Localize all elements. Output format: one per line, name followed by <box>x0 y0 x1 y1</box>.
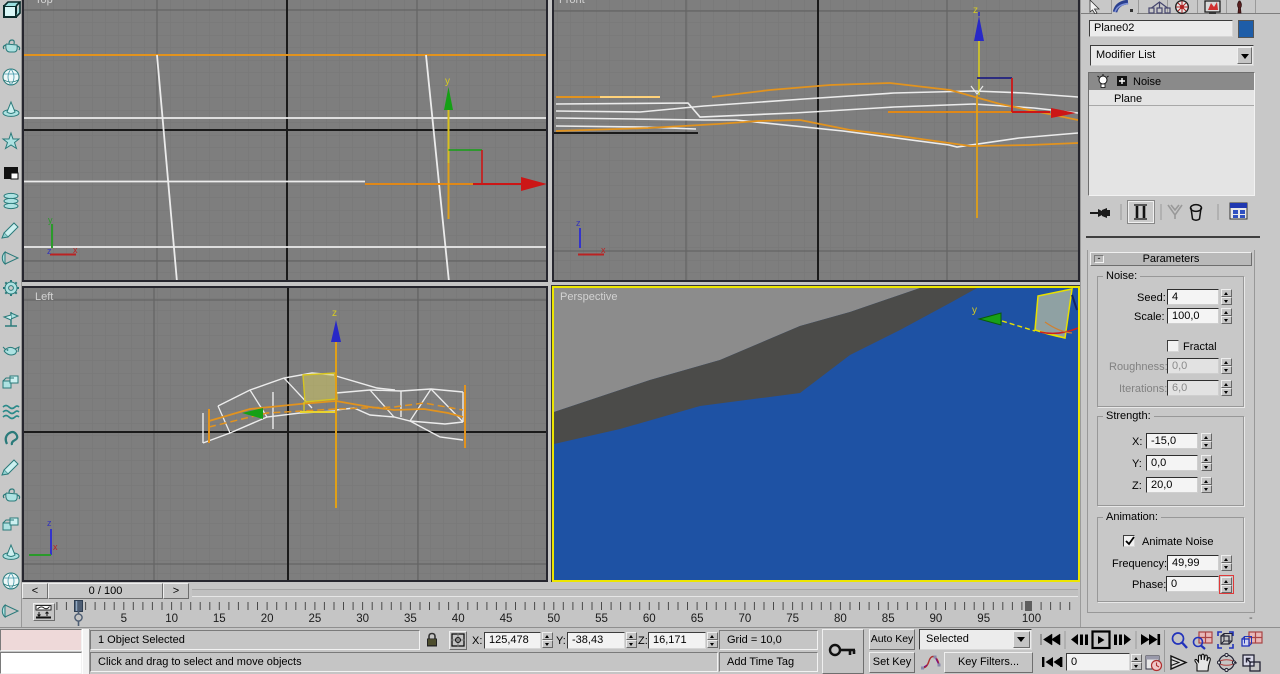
svg-text:z: z <box>973 5 978 16</box>
svg-text:5: 5 <box>121 613 127 625</box>
svg-text:y: y <box>972 305 977 316</box>
svg-text:x: x <box>53 542 58 552</box>
svg-text:35: 35 <box>404 613 417 625</box>
svg-text:85: 85 <box>882 613 895 625</box>
svg-text:100: 100 <box>1022 613 1041 625</box>
svg-text:60: 60 <box>643 613 656 625</box>
svg-text:55: 55 <box>595 613 608 625</box>
svg-text:75: 75 <box>786 613 799 625</box>
svg-text:65: 65 <box>691 613 704 625</box>
svg-text:y: y <box>445 76 450 87</box>
svg-text:y: y <box>48 215 53 225</box>
svg-text:z: z <box>576 218 581 228</box>
svg-text:z: z <box>47 518 52 528</box>
svg-text:80: 80 <box>834 613 847 625</box>
svg-text:z: z <box>47 246 52 256</box>
svg-text:15: 15 <box>213 613 226 625</box>
svg-text:10: 10 <box>165 613 178 625</box>
svg-text:z: z <box>332 308 337 319</box>
svg-text:25: 25 <box>309 613 322 625</box>
svg-text:x: x <box>601 245 606 255</box>
svg-text:95: 95 <box>977 613 990 625</box>
svg-text:40: 40 <box>452 613 465 625</box>
svg-text:45: 45 <box>500 613 513 625</box>
svg-text:50: 50 <box>547 613 560 625</box>
svg-text:20: 20 <box>261 613 274 625</box>
svg-text:70: 70 <box>739 613 752 625</box>
svg-text:30: 30 <box>356 613 369 625</box>
svg-text:x: x <box>73 245 78 255</box>
svg-text:90: 90 <box>930 613 943 625</box>
